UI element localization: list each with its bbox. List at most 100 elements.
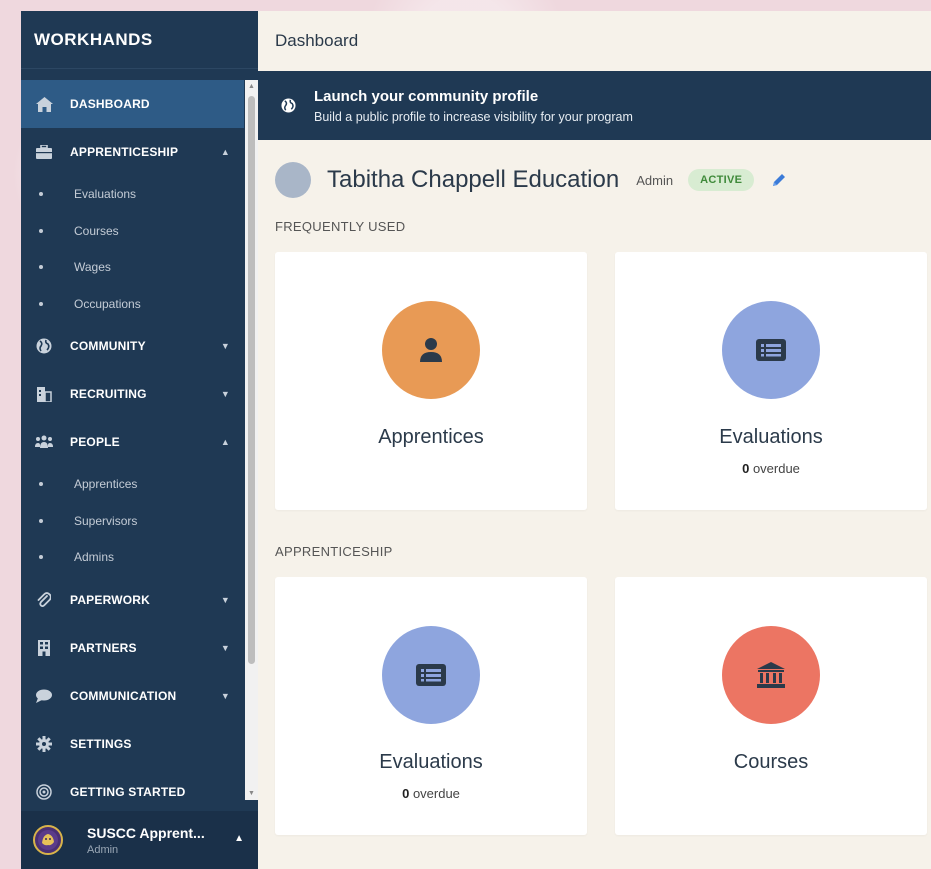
- list-icon: [416, 664, 446, 686]
- sidebar-item-community[interactable]: COMMUNITY ▼: [21, 322, 244, 370]
- sidebar-item-settings[interactable]: SETTINGS: [21, 720, 244, 768]
- courses-circle: [722, 626, 820, 724]
- frequently-used-cards: Apprentices Evaluations 0 overdue: [258, 252, 931, 510]
- sidebar-item-label: COMMUNICATION: [70, 688, 177, 703]
- bullet-icon: [39, 192, 43, 197]
- paperclip-icon: [35, 591, 53, 609]
- status-badge: ACTIVE: [688, 169, 755, 191]
- sidebar-item-recruiting[interactable]: RECRUITING ▼: [21, 370, 244, 418]
- sidebar-item-label: RECRUITING: [70, 387, 147, 401]
- card-apprentices[interactable]: Apprentices: [275, 252, 587, 510]
- bullet-icon: [39, 555, 43, 560]
- apprenticeship-cards: Evaluations 0 overdue Courses: [258, 577, 931, 835]
- sidebar-item-label: COMMUNITY: [70, 339, 146, 353]
- sidebar-subitem-occupations[interactable]: Occupations: [21, 286, 244, 323]
- sidebar-subitem-label: Courses: [74, 223, 119, 238]
- card-title: Apprentices: [378, 426, 484, 448]
- overdue-number: 0: [742, 461, 750, 476]
- briefcase-icon: [35, 143, 53, 161]
- sidebar-scrollbar[interactable]: ▲ ▼: [245, 80, 258, 800]
- page-title: Dashboard: [258, 11, 931, 71]
- home-icon: [35, 95, 53, 113]
- bullet-icon: [39, 228, 43, 233]
- sidebar-subitem-label: Wages: [74, 260, 111, 275]
- sidebar-subitem-label: Apprentices: [74, 477, 138, 492]
- sidebar-item-paperwork[interactable]: PAPERWORK ▼: [21, 576, 244, 624]
- account-role: Admin: [87, 843, 119, 856]
- evaluations-circle: [382, 626, 480, 724]
- account-info: SUSCC Apprent... Admin: [87, 825, 205, 856]
- overdue-number: 0: [402, 786, 410, 801]
- card-title: Evaluations: [719, 426, 823, 448]
- account-name: SUSCC Apprent...: [87, 824, 205, 841]
- scroll-up-icon[interactable]: ▲: [245, 80, 258, 93]
- chevron-up-icon: ▲: [234, 833, 244, 844]
- pencil-icon[interactable]: [770, 171, 788, 189]
- globe-icon: [35, 337, 53, 355]
- sidebar-item-communication[interactable]: COMMUNICATION ▼: [21, 672, 244, 720]
- overdue-count: 0 overdue: [402, 786, 460, 801]
- bullet-icon: [39, 518, 43, 523]
- apprentices-circle: [382, 301, 480, 399]
- banner-subtitle: Build a public profile to increase visib…: [314, 109, 633, 124]
- globe-icon: [280, 98, 296, 114]
- card-evaluations[interactable]: Evaluations 0 overdue: [615, 252, 927, 510]
- sidebar-subitem-apprentices[interactable]: Apprentices: [21, 466, 244, 503]
- list-icon: [756, 339, 786, 361]
- evaluations-circle: [722, 301, 820, 399]
- sidebar-subitem-label: Supervisors: [74, 513, 138, 528]
- sidebar-item-label: PEOPLE: [70, 435, 120, 449]
- users-icon: [35, 433, 53, 451]
- sidebar-item-label: APPRENTICESHIP: [70, 145, 179, 159]
- sidebar-item-dashboard[interactable]: DASHBOARD: [21, 80, 244, 128]
- sidebar-item-partners[interactable]: PARTNERS ▼: [21, 624, 244, 672]
- organization-role: Admin: [636, 172, 674, 188]
- sidebar-item-apprenticeship[interactable]: APPRENTICESHIP ▲: [21, 128, 244, 176]
- target-icon: [35, 783, 53, 801]
- overdue-label: overdue: [412, 786, 460, 801]
- bullet-icon: [39, 265, 43, 270]
- sidebar-item-getting-started[interactable]: GETTING STARTED: [21, 768, 244, 816]
- card-courses[interactable]: Courses: [615, 577, 927, 835]
- sidebar-subitem-evaluations[interactable]: Evaluations: [21, 176, 244, 213]
- chevron-down-icon: ▼: [220, 389, 230, 399]
- sidebar-item-people[interactable]: PEOPLE ▲: [21, 418, 244, 466]
- person-icon: [420, 338, 442, 362]
- avatar: [275, 162, 311, 198]
- sidebar-nav: DASHBOARD APPRENTICESHIP ▲ Evaluations C…: [21, 80, 244, 816]
- sidebar-item-label: PARTNERS: [70, 640, 137, 655]
- community-profile-banner[interactable]: Launch your community profile Build a pu…: [258, 71, 931, 140]
- chevron-up-icon: ▲: [220, 147, 230, 157]
- chevron-up-icon: ▲: [220, 437, 230, 447]
- chat-icon: [35, 687, 53, 705]
- card-evaluations[interactable]: Evaluations 0 overdue: [275, 577, 587, 835]
- overdue-label: overdue: [752, 461, 800, 476]
- bank-icon: [757, 662, 785, 688]
- sidebar: WORKHANDS DASHBOARD APPRENTICESHIP ▲ Eva…: [21, 11, 258, 869]
- section-label-frequently-used: FREQUENTLY USED: [275, 219, 406, 234]
- sidebar-subitem-wages[interactable]: Wages: [21, 249, 244, 286]
- sidebar-subitem-admins[interactable]: Admins: [21, 539, 244, 576]
- overdue-count: 0 overdue: [742, 461, 800, 476]
- card-title: Courses: [733, 751, 809, 773]
- sidebar-item-label: DASHBOARD: [70, 97, 150, 111]
- gear-icon: [35, 735, 53, 753]
- sidebar-item-label: SETTINGS: [70, 736, 132, 751]
- brand-logo[interactable]: WORKHANDS: [21, 11, 258, 69]
- sidebar-item-label: GETTING STARTED: [70, 784, 186, 799]
- sidebar-subitem-label: Admins: [74, 550, 115, 565]
- sidebar-subitem-supervisors[interactable]: Supervisors: [21, 503, 244, 540]
- scrollbar-thumb[interactable]: [248, 96, 255, 664]
- sidebar-subitem-label: Evaluations: [74, 187, 137, 202]
- chevron-down-icon: ▼: [220, 642, 230, 653]
- banner-title: Launch your community profile: [314, 87, 539, 105]
- card-title: Evaluations: [379, 751, 483, 773]
- account-switcher[interactable]: SUSCC Apprent... Admin ▲: [21, 811, 258, 869]
- main-content: Dashboard Launch your community profile …: [258, 11, 931, 869]
- bullet-icon: [39, 301, 43, 306]
- sidebar-subitem-label: Occupations: [74, 296, 141, 311]
- office-icon: [35, 639, 53, 657]
- scroll-down-icon[interactable]: ▼: [245, 787, 258, 800]
- sidebar-subitem-courses[interactable]: Courses: [21, 213, 244, 250]
- organization-header: Tabitha Chappell Education Admin ACTIVE: [258, 151, 931, 209]
